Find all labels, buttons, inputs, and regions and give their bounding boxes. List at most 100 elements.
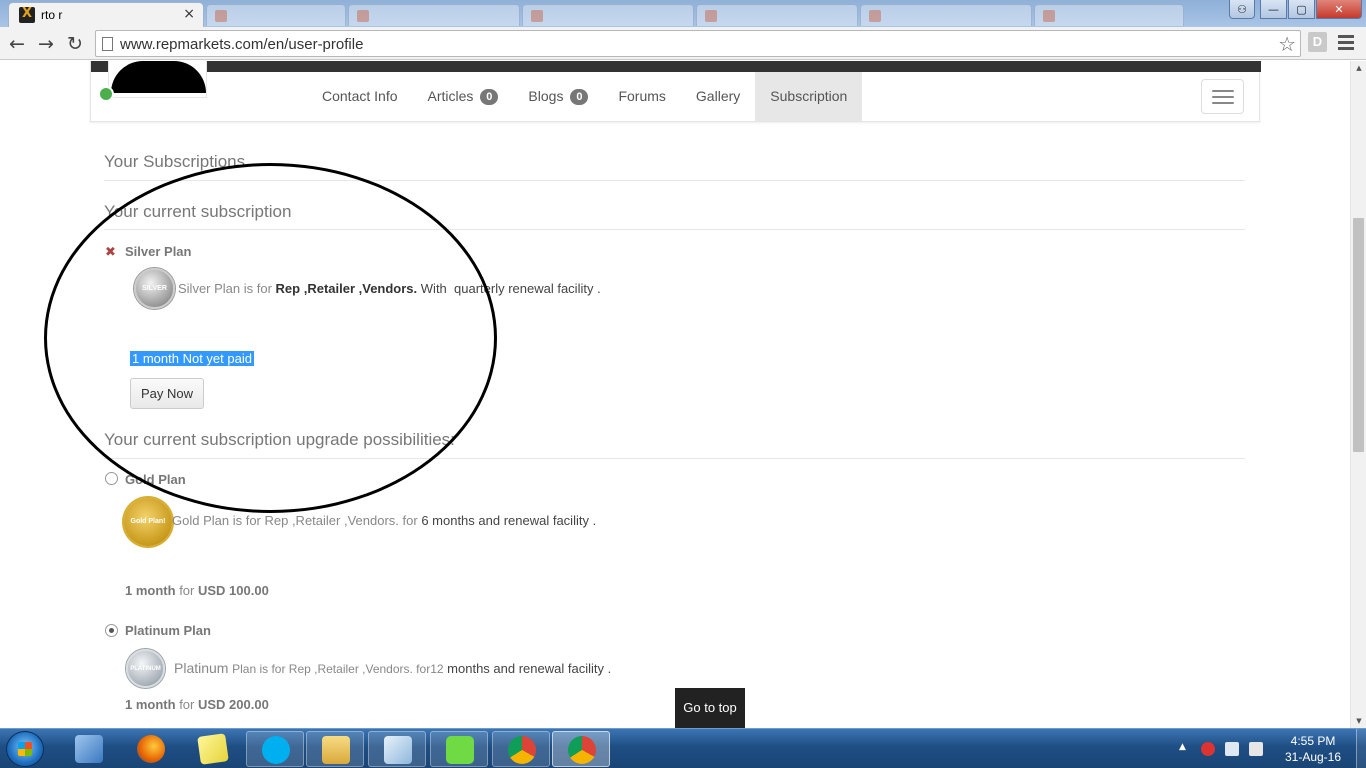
back-button[interactable]: ← xyxy=(4,31,30,57)
virtualbox-icon xyxy=(75,735,103,763)
desc-text: Plan is for Rep ,Retailer ,Vendors. for1… xyxy=(232,662,444,676)
taskbar: ▲ 4:55 PM 31-Aug-16 xyxy=(0,728,1366,768)
hamburger-menu-icon[interactable] xyxy=(1201,79,1244,114)
user-profile-icon[interactable]: ⚇ xyxy=(1229,0,1255,19)
tab-articles[interactable]: Articles 0 xyxy=(413,72,514,121)
plan-price: 1 month for USD 100.00 xyxy=(125,583,269,598)
page-content: Contact Info Articles 0 Blogs 0 Forums G… xyxy=(0,61,1350,728)
desc-text: Platinum xyxy=(174,660,229,676)
page-icon xyxy=(102,37,113,51)
plan-name: Gold Plan xyxy=(125,472,186,487)
scroll-up-icon[interactable]: ▲ xyxy=(1351,64,1366,72)
browser-tab[interactable] xyxy=(696,4,858,26)
chrome-icon xyxy=(508,736,536,764)
sticky-notes-icon xyxy=(197,733,229,765)
antivirus-icon[interactable] xyxy=(1201,742,1215,756)
reload-button[interactable]: ↻ xyxy=(62,31,88,57)
chrome-menu-icon[interactable] xyxy=(1338,35,1354,53)
desc-end: . xyxy=(607,661,612,676)
upwork-taskbar-button[interactable] xyxy=(430,731,488,767)
network-icon[interactable] xyxy=(1225,742,1239,756)
browser-tab[interactable] xyxy=(860,4,1032,26)
browser-tab[interactable] xyxy=(522,4,694,26)
desc-text: With xyxy=(420,281,447,296)
price-duration: 1 month xyxy=(125,697,176,712)
scrollbar-thumb[interactable] xyxy=(1353,218,1364,452)
plan-description: Platinum Plan is for Rep ,Retailer ,Vend… xyxy=(174,660,611,676)
maximize-button[interactable]: ▢ xyxy=(1288,0,1315,19)
url-text[interactable]: www.repmarkets.com/en/user-profile xyxy=(120,36,363,53)
chrome-taskbar-button[interactable] xyxy=(492,731,550,767)
firefox-taskbar-button[interactable] xyxy=(122,731,180,767)
tab-favicon-icon xyxy=(705,10,717,22)
browser-tab[interactable] xyxy=(206,4,346,26)
tab-label: Gallery xyxy=(695,88,741,104)
profile-header: Contact Info Articles 0 Blogs 0 Forums G… xyxy=(90,61,1261,122)
tab-gallery[interactable]: Gallery xyxy=(681,72,755,121)
action-center-flag-icon[interactable] xyxy=(1249,742,1263,756)
gold-plan-radio[interactable] xyxy=(105,472,118,485)
tab-label: Contact Info xyxy=(322,88,398,104)
tab-favicon-icon xyxy=(869,10,881,22)
bookmark-star-icon[interactable]: ☆ xyxy=(1278,32,1296,56)
platinum-plan-radio[interactable] xyxy=(105,624,118,637)
file-explorer-taskbar-button[interactable] xyxy=(306,731,364,767)
sticky-notes-taskbar-button[interactable] xyxy=(184,731,242,767)
show-hidden-icons-icon[interactable]: ▲ xyxy=(1179,742,1186,752)
tab-favicon-icon xyxy=(215,10,227,22)
folder-icon xyxy=(322,736,350,764)
chrome-active-taskbar-button[interactable] xyxy=(552,731,610,767)
medal-label: PLATINUM xyxy=(130,665,161,672)
tab-label: Subscription xyxy=(770,88,848,104)
system-clock[interactable]: 4:55 PM 31-Aug-16 xyxy=(1278,733,1348,765)
desc-text: Gold Plan is for Rep ,Retailer ,Vendors.… xyxy=(172,513,418,528)
virtualbox-taskbar-button[interactable] xyxy=(60,731,118,767)
browser-tab[interactable] xyxy=(1034,4,1184,26)
tab-title: rto r xyxy=(41,8,63,22)
skype-taskbar-button[interactable] xyxy=(246,731,304,767)
tab-favicon-icon xyxy=(531,10,543,22)
start-button[interactable] xyxy=(6,731,44,767)
pay-now-button[interactable]: Pay Now xyxy=(130,378,204,409)
forward-button[interactable]: → xyxy=(33,31,59,57)
browser-tab[interactable] xyxy=(348,4,520,26)
browser-tab-active[interactable]: rto r × xyxy=(8,2,204,27)
tab-label: Articles xyxy=(427,88,474,104)
close-window-button[interactable]: ✕ xyxy=(1316,0,1362,19)
notepad-taskbar-button[interactable] xyxy=(368,731,426,767)
clock-time: 4:55 PM xyxy=(1290,734,1336,748)
tab-favicon-icon xyxy=(357,10,369,22)
window-titlebar: rto r × ⚇ — ▢ ✕ xyxy=(0,0,1366,27)
section-title: Your Subscriptions xyxy=(104,152,246,171)
site-favicon-icon xyxy=(19,6,35,23)
clock-date: 31-Aug-16 xyxy=(1284,750,1342,764)
desc-roles: Rep ,Retailer ,Vendors. xyxy=(275,281,418,296)
chrome-icon xyxy=(568,736,596,764)
tab-forums[interactable]: Forums xyxy=(603,72,680,121)
avatar[interactable] xyxy=(108,61,207,98)
skype-icon xyxy=(262,736,290,764)
tab-subscription[interactable]: Subscription xyxy=(755,72,863,121)
upwork-icon xyxy=(446,736,474,764)
price-amount: USD 100.00 xyxy=(197,583,269,598)
extension-icon[interactable]: D xyxy=(1308,32,1327,52)
browser-toolbar: ← → ↻ www.repmarkets.com/en/user-profile… xyxy=(0,27,1366,60)
tab-contact-info[interactable]: Contact Info xyxy=(307,72,413,121)
divider xyxy=(104,458,1245,459)
upgrade-heading: Your current subscription upgrade possib… xyxy=(104,430,455,449)
tab-blogs[interactable]: Blogs 0 xyxy=(513,72,603,121)
profile-tabs: Contact Info Articles 0 Blogs 0 Forums G… xyxy=(307,72,863,121)
tab-label: Blogs xyxy=(528,88,564,104)
count-badge: 0 xyxy=(480,89,499,105)
medal-label: SILVER xyxy=(142,284,167,292)
address-bar[interactable]: www.repmarkets.com/en/user-profile ☆ xyxy=(95,30,1301,57)
cover-bar xyxy=(91,61,1261,72)
current-subscription-heading: Your current subscription xyxy=(104,202,292,221)
page-scrollbar[interactable]: ▲ ▼ xyxy=(1350,61,1366,728)
tab-close-icon[interactable]: × xyxy=(183,6,195,22)
show-desktop-button[interactable] xyxy=(1356,729,1366,768)
silver-medal-icon: SILVER xyxy=(134,268,175,309)
go-to-top-button[interactable]: Go to top xyxy=(675,688,745,728)
minimize-button[interactable]: — xyxy=(1260,0,1287,19)
scroll-down-icon[interactable]: ▼ xyxy=(1351,717,1366,725)
